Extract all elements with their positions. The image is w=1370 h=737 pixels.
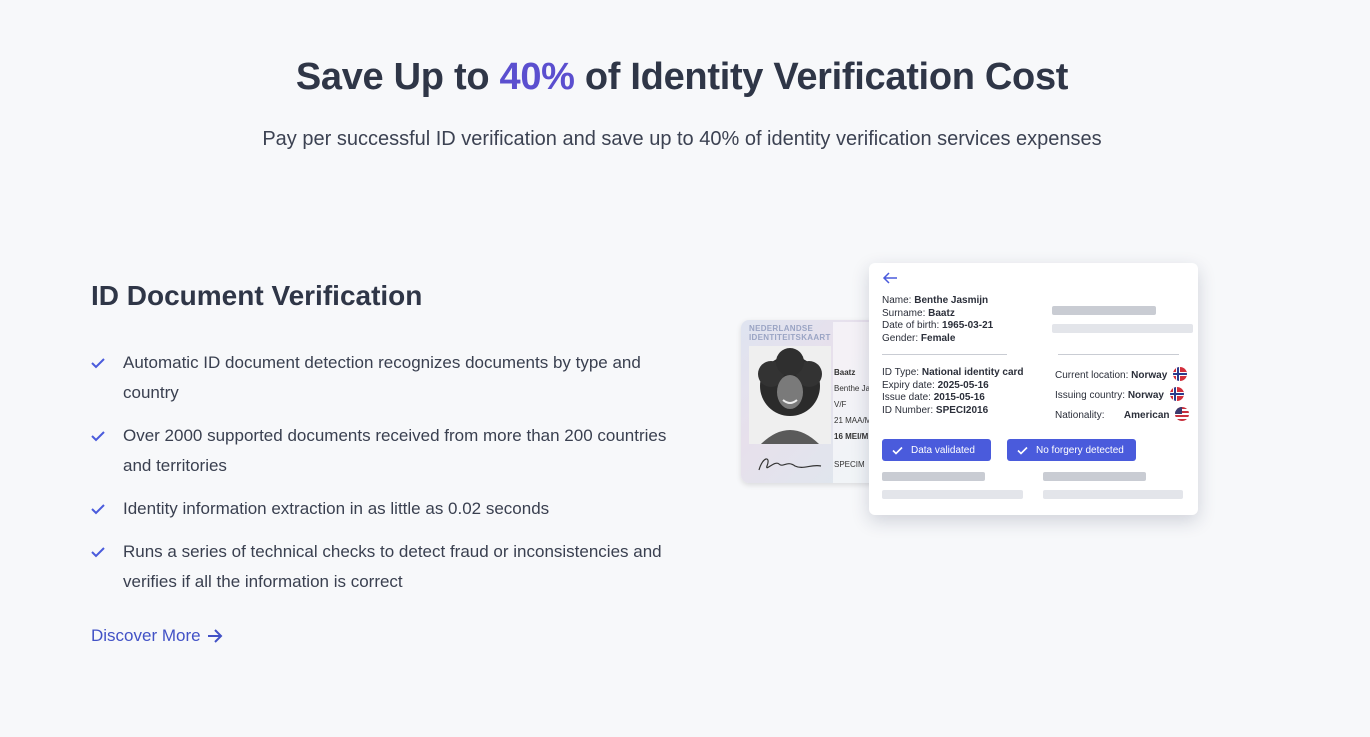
back-arrow-icon[interactable] xyxy=(881,271,899,285)
feature-text: Over 2000 supported documents received f… xyxy=(123,426,667,475)
check-icon xyxy=(91,547,105,558)
data-validated-badge: Data validated xyxy=(882,439,991,461)
field-dob: Date of birth: 1965-03-21 xyxy=(882,320,994,332)
id-card-signature xyxy=(758,458,822,471)
no-forgery-badge: No forgery detected xyxy=(1007,439,1136,461)
id-card-doc-number: SPECIM xyxy=(834,460,865,469)
placeholder-bar xyxy=(1043,472,1146,481)
check-icon xyxy=(91,504,105,515)
hero-title-start: Save Up to xyxy=(295,56,500,98)
check-icon xyxy=(1017,446,1028,455)
feature-item: Identity information extraction in as li… xyxy=(91,494,691,524)
id-card-surname: Baatz xyxy=(834,368,856,377)
id-card-photo xyxy=(749,346,831,444)
no-forgery-label: No forgery detected xyxy=(1036,444,1124,456)
arrow-right-icon xyxy=(207,629,223,643)
check-icon xyxy=(91,431,105,442)
feature-item: Over 2000 supported documents received f… xyxy=(91,421,691,481)
divider xyxy=(882,354,1007,355)
id-card-dob: 21 MAA/M xyxy=(834,416,872,425)
placeholder-bar xyxy=(1043,490,1183,499)
field-id-type: ID Type: National identity card xyxy=(882,367,1024,378)
field-id-number: ID Number: SPECI2016 xyxy=(882,404,989,416)
hero-title-end: of Identity Verification Cost xyxy=(574,56,1069,98)
feature-text: Automatic ID document detection recogniz… xyxy=(123,353,641,402)
field-gender: Gender: Female xyxy=(882,332,956,344)
field-expiry: Expiry date: 2025-05-16 xyxy=(882,379,989,391)
field-issue: Issue date: 2015-05-16 xyxy=(882,392,985,404)
feature-item: Runs a series of technical checks to det… xyxy=(91,537,691,597)
check-icon xyxy=(91,358,105,369)
discover-more-label: Discover More xyxy=(91,626,201,645)
verification-result-panel: Name: Benthe Jasmijn Surname: Baatz Date… xyxy=(869,263,1198,515)
placeholder-bar xyxy=(882,490,1023,499)
feature-item: Automatic ID document detection recogniz… xyxy=(91,348,691,408)
norway-flag-icon xyxy=(1173,367,1188,381)
id-card-header-line2: IDENTITEITSKAART xyxy=(749,333,831,342)
id-card-sex: V/F xyxy=(834,400,847,409)
hero-subtitle: Pay per successful ID verification and s… xyxy=(262,128,1102,150)
section-title: ID Document Verification xyxy=(91,280,423,311)
hero-title: Save Up to 40% of Identity Verification … xyxy=(0,56,1364,99)
check-icon xyxy=(892,446,903,455)
field-issuing-country: Issuing country: Norway xyxy=(1055,387,1184,403)
placeholder-bar xyxy=(1052,324,1193,333)
placeholder-bar xyxy=(1052,306,1156,315)
id-card-given: Benthe Ja xyxy=(834,384,871,393)
data-validated-label: Data validated xyxy=(911,444,975,456)
norway-flag-icon xyxy=(1169,387,1184,401)
feature-text: Identity information extraction in as li… xyxy=(123,499,550,518)
id-card-expiry: 16 MEI/M xyxy=(834,432,869,441)
feature-text: Runs a series of technical checks to det… xyxy=(123,542,662,591)
field-nationality: Nationality: American xyxy=(1055,407,1190,423)
discover-more-link[interactable]: Discover More xyxy=(91,626,223,646)
hero-title-accent: 40% xyxy=(499,56,575,98)
field-current-location: Current location: Norway xyxy=(1055,367,1188,383)
divider xyxy=(1058,354,1179,355)
placeholder-bar xyxy=(882,472,985,481)
id-card-header: NEDERLANDSE IDENTITEITSKAART xyxy=(749,324,831,342)
field-name: Name: Benthe Jasmijn xyxy=(882,295,989,306)
id-card-header-line1: NEDERLANDSE xyxy=(749,324,814,333)
usa-flag-icon xyxy=(1175,407,1190,421)
feature-list: Automatic ID document detection recogniz… xyxy=(91,348,691,597)
field-surname: Surname: Baatz xyxy=(882,307,955,319)
